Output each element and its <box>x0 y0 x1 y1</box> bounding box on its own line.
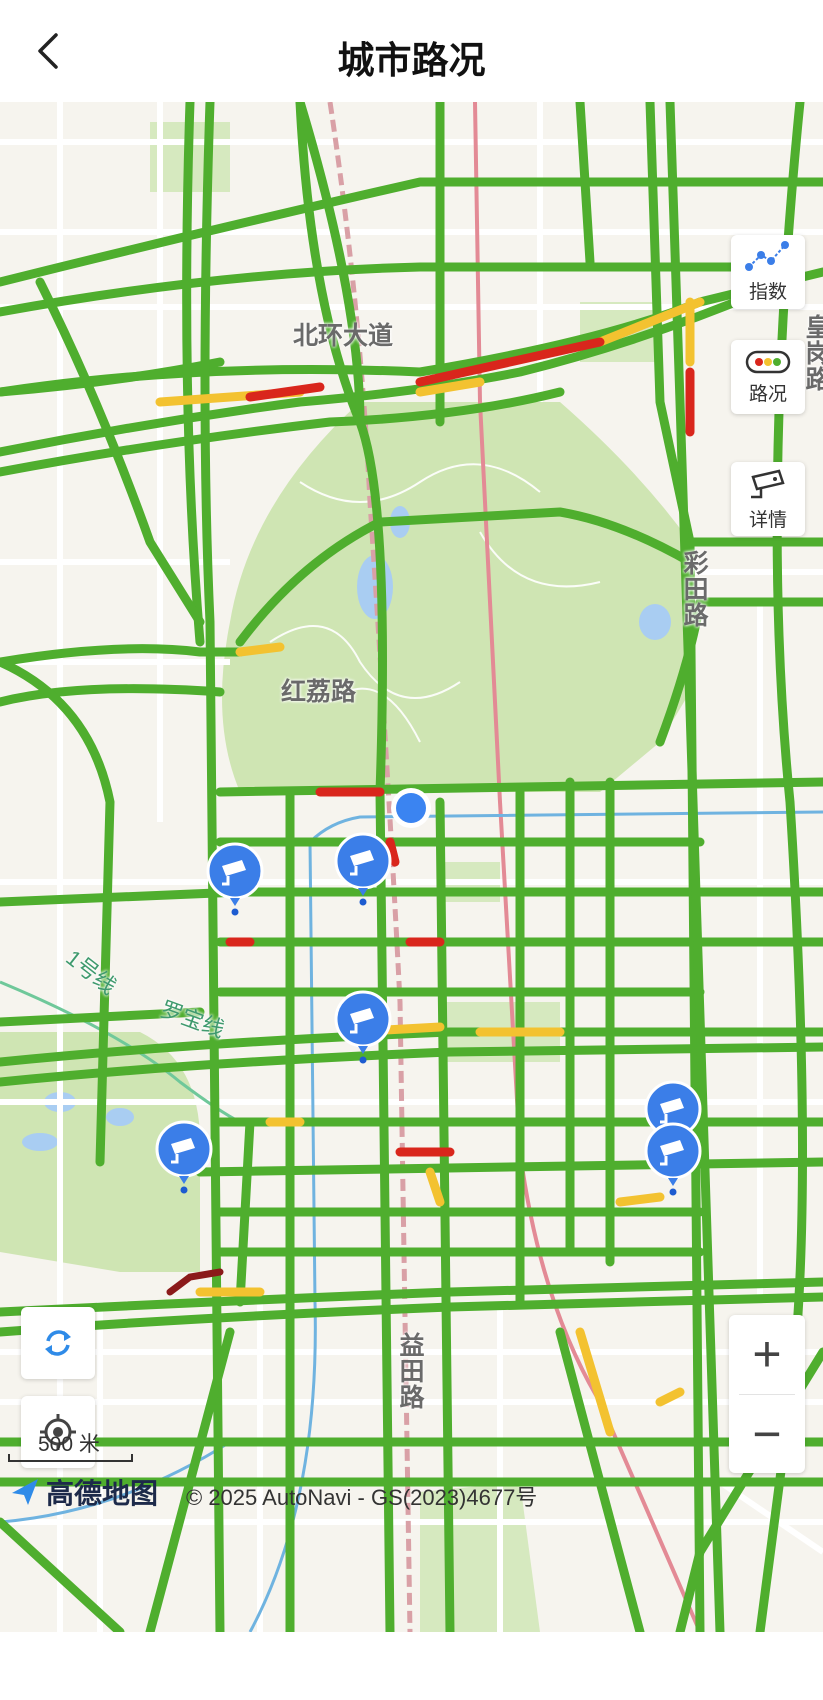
camera-icon <box>334 990 392 1064</box>
detail-button[interactable]: 详情 <box>731 462 805 536</box>
lake-6 <box>22 1133 58 1151</box>
camera-icon <box>155 1120 213 1194</box>
traffic-button-label: 路况 <box>748 383 787 405</box>
amap-logo: 高德地图 <box>10 1472 158 1512</box>
road-label-hongli: 红荔路 <box>281 678 357 706</box>
road-label-caitian: 彩田路 <box>680 550 708 628</box>
traffic-button[interactable]: 路况 <box>731 340 805 414</box>
scale-bar <box>8 1454 133 1462</box>
zoom-controls: + − <box>729 1315 805 1473</box>
detail-button-label: 详情 <box>748 509 787 531</box>
lake-5 <box>106 1108 134 1126</box>
amap-logo-text: 高德地图 <box>46 1478 159 1509</box>
camera-marker[interactable] <box>644 1122 702 1200</box>
camera-marker[interactable] <box>334 990 392 1068</box>
camera-marker[interactable] <box>206 842 264 920</box>
refresh-button[interactable] <box>21 1307 95 1379</box>
amap-arrow-icon <box>12 1479 38 1505</box>
header-bar: 城市路况 <box>0 0 823 103</box>
camera-icon <box>206 842 264 916</box>
lake-3 <box>639 604 671 640</box>
index-button-label: 指数 <box>748 281 787 303</box>
page-title: 城市路况 <box>337 40 486 81</box>
camera-marker[interactable] <box>334 832 392 910</box>
bottom-blank-area <box>0 1632 823 1700</box>
camera-icon <box>644 1122 702 1196</box>
traffic-map[interactable]: 北环大道 红荔路 彩田路 益田路 皇岗路 1号线 罗宝线 指数 路况 详情 + … <box>0 102 823 1632</box>
camera-icon <box>334 832 392 906</box>
trend-chart-icon <box>745 240 789 271</box>
index-button[interactable]: 指数 <box>731 235 805 309</box>
zoom-out-button[interactable]: − <box>729 1395 805 1473</box>
zoom-in-button[interactable]: + <box>729 1315 805 1393</box>
road-label-yitian: 益田路 <box>396 1332 424 1410</box>
refresh-icon <box>45 1330 71 1356</box>
camera-icon <box>751 469 785 498</box>
park-lianhuashan <box>222 402 690 792</box>
road-label-beihuan: 北环大道 <box>293 322 394 350</box>
traffic-light-icon <box>745 350 791 373</box>
copyright-text: © 2025 AutoNavi - GS(2023)4677号 <box>186 1485 538 1510</box>
camera-marker[interactable] <box>155 1120 213 1198</box>
